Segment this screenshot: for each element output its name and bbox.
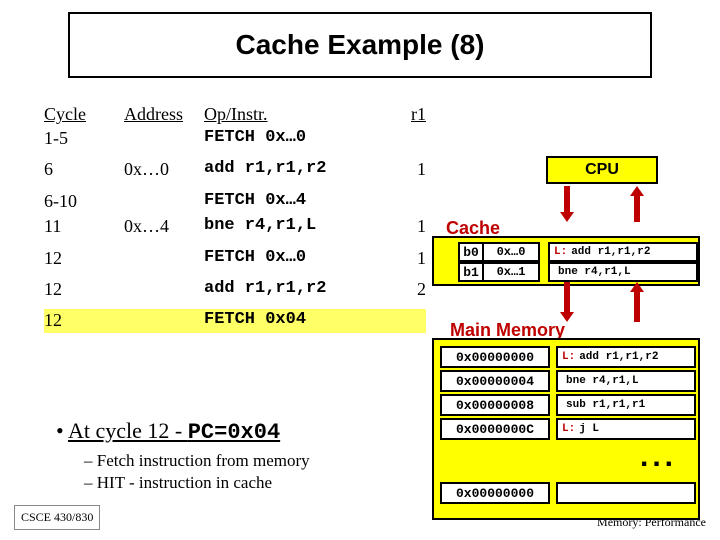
bullet-1: • At cycle 12 - PC=0x04 [56, 418, 310, 445]
cache-row: b1 0x…1 [458, 262, 540, 282]
bullet-3: – HIT - instruction in cache [84, 473, 310, 493]
col-op: Op/Instr. [204, 104, 396, 125]
mem-addr: 0x00000004 [440, 370, 550, 392]
trace-row: 6-10 FETCH 0x…4 [44, 190, 426, 213]
cache-row: b0 0x…0 [458, 242, 540, 262]
footer-right: Memory: Performance [597, 515, 706, 530]
trace-header: Cycle Address Op/Instr. r1 [44, 104, 426, 125]
mem-addr: 0x00000000 [440, 346, 550, 368]
cache-instr: L: add r1,r1,r2 [548, 242, 698, 262]
mem-instr: sub r1,r1,r1 [556, 394, 696, 416]
mem-addr: 0x00000008 [440, 394, 550, 416]
footer-left: CSCE 430/830 [14, 505, 100, 530]
arrow-up-icon [630, 186, 644, 222]
col-cycle: Cycle [44, 104, 124, 125]
ellipsis-icon: ... [640, 440, 677, 474]
mem-instr: L:j L [556, 418, 696, 440]
mem-instr: bne r4,r1,L [556, 370, 696, 392]
trace-table: Cycle Address Op/Instr. r1 1-5 FETCH 0x…… [44, 104, 426, 333]
memory-box: 0x00000000 L:add r1,r1,r2 0x00000004 bne… [432, 338, 700, 520]
col-r1: r1 [396, 104, 426, 125]
trace-row: 1-5 FETCH 0x…0 [44, 127, 426, 150]
mem-addr: 0x0000000C [440, 418, 550, 440]
arrow-down-icon [560, 186, 574, 222]
bullets-block: • At cycle 12 - PC=0x04 – Fetch instruct… [56, 418, 310, 493]
trace-row: 12 FETCH 0x…0 1 [44, 247, 426, 270]
trace-row: 6 0x…0 add r1,r1,r2 1 [44, 158, 426, 181]
arrow-up-icon [630, 282, 644, 322]
mem-instr [556, 482, 696, 504]
mem-instr: L:add r1,r1,r2 [556, 346, 696, 368]
cpu-box: CPU [546, 156, 658, 184]
trace-row: 12 add r1,r1,r2 2 [44, 278, 426, 301]
cache-instr: bne r4,r1,L [548, 262, 698, 282]
col-addr: Address [124, 104, 204, 125]
trace-row: 11 0x…4 bne r4,r1,L 1 [44, 215, 426, 238]
title-box: Cache Example (8) [68, 12, 652, 78]
trace-body: 1-5 FETCH 0x…0 6 0x…0 add r1,r1,r2 1 6-1… [44, 127, 426, 333]
cache-box: HIT b0 0x…0 L: add r1,r1,r2 b1 0x…1 bne … [432, 236, 700, 286]
trace-row-highlighted: 12 FETCH 0x04 [44, 309, 426, 332]
mem-addr: 0x00000000 [440, 482, 550, 504]
bullet-2: – Fetch instruction from memory [84, 451, 310, 471]
arrow-down-icon [560, 282, 574, 322]
page-title: Cache Example (8) [236, 29, 485, 61]
